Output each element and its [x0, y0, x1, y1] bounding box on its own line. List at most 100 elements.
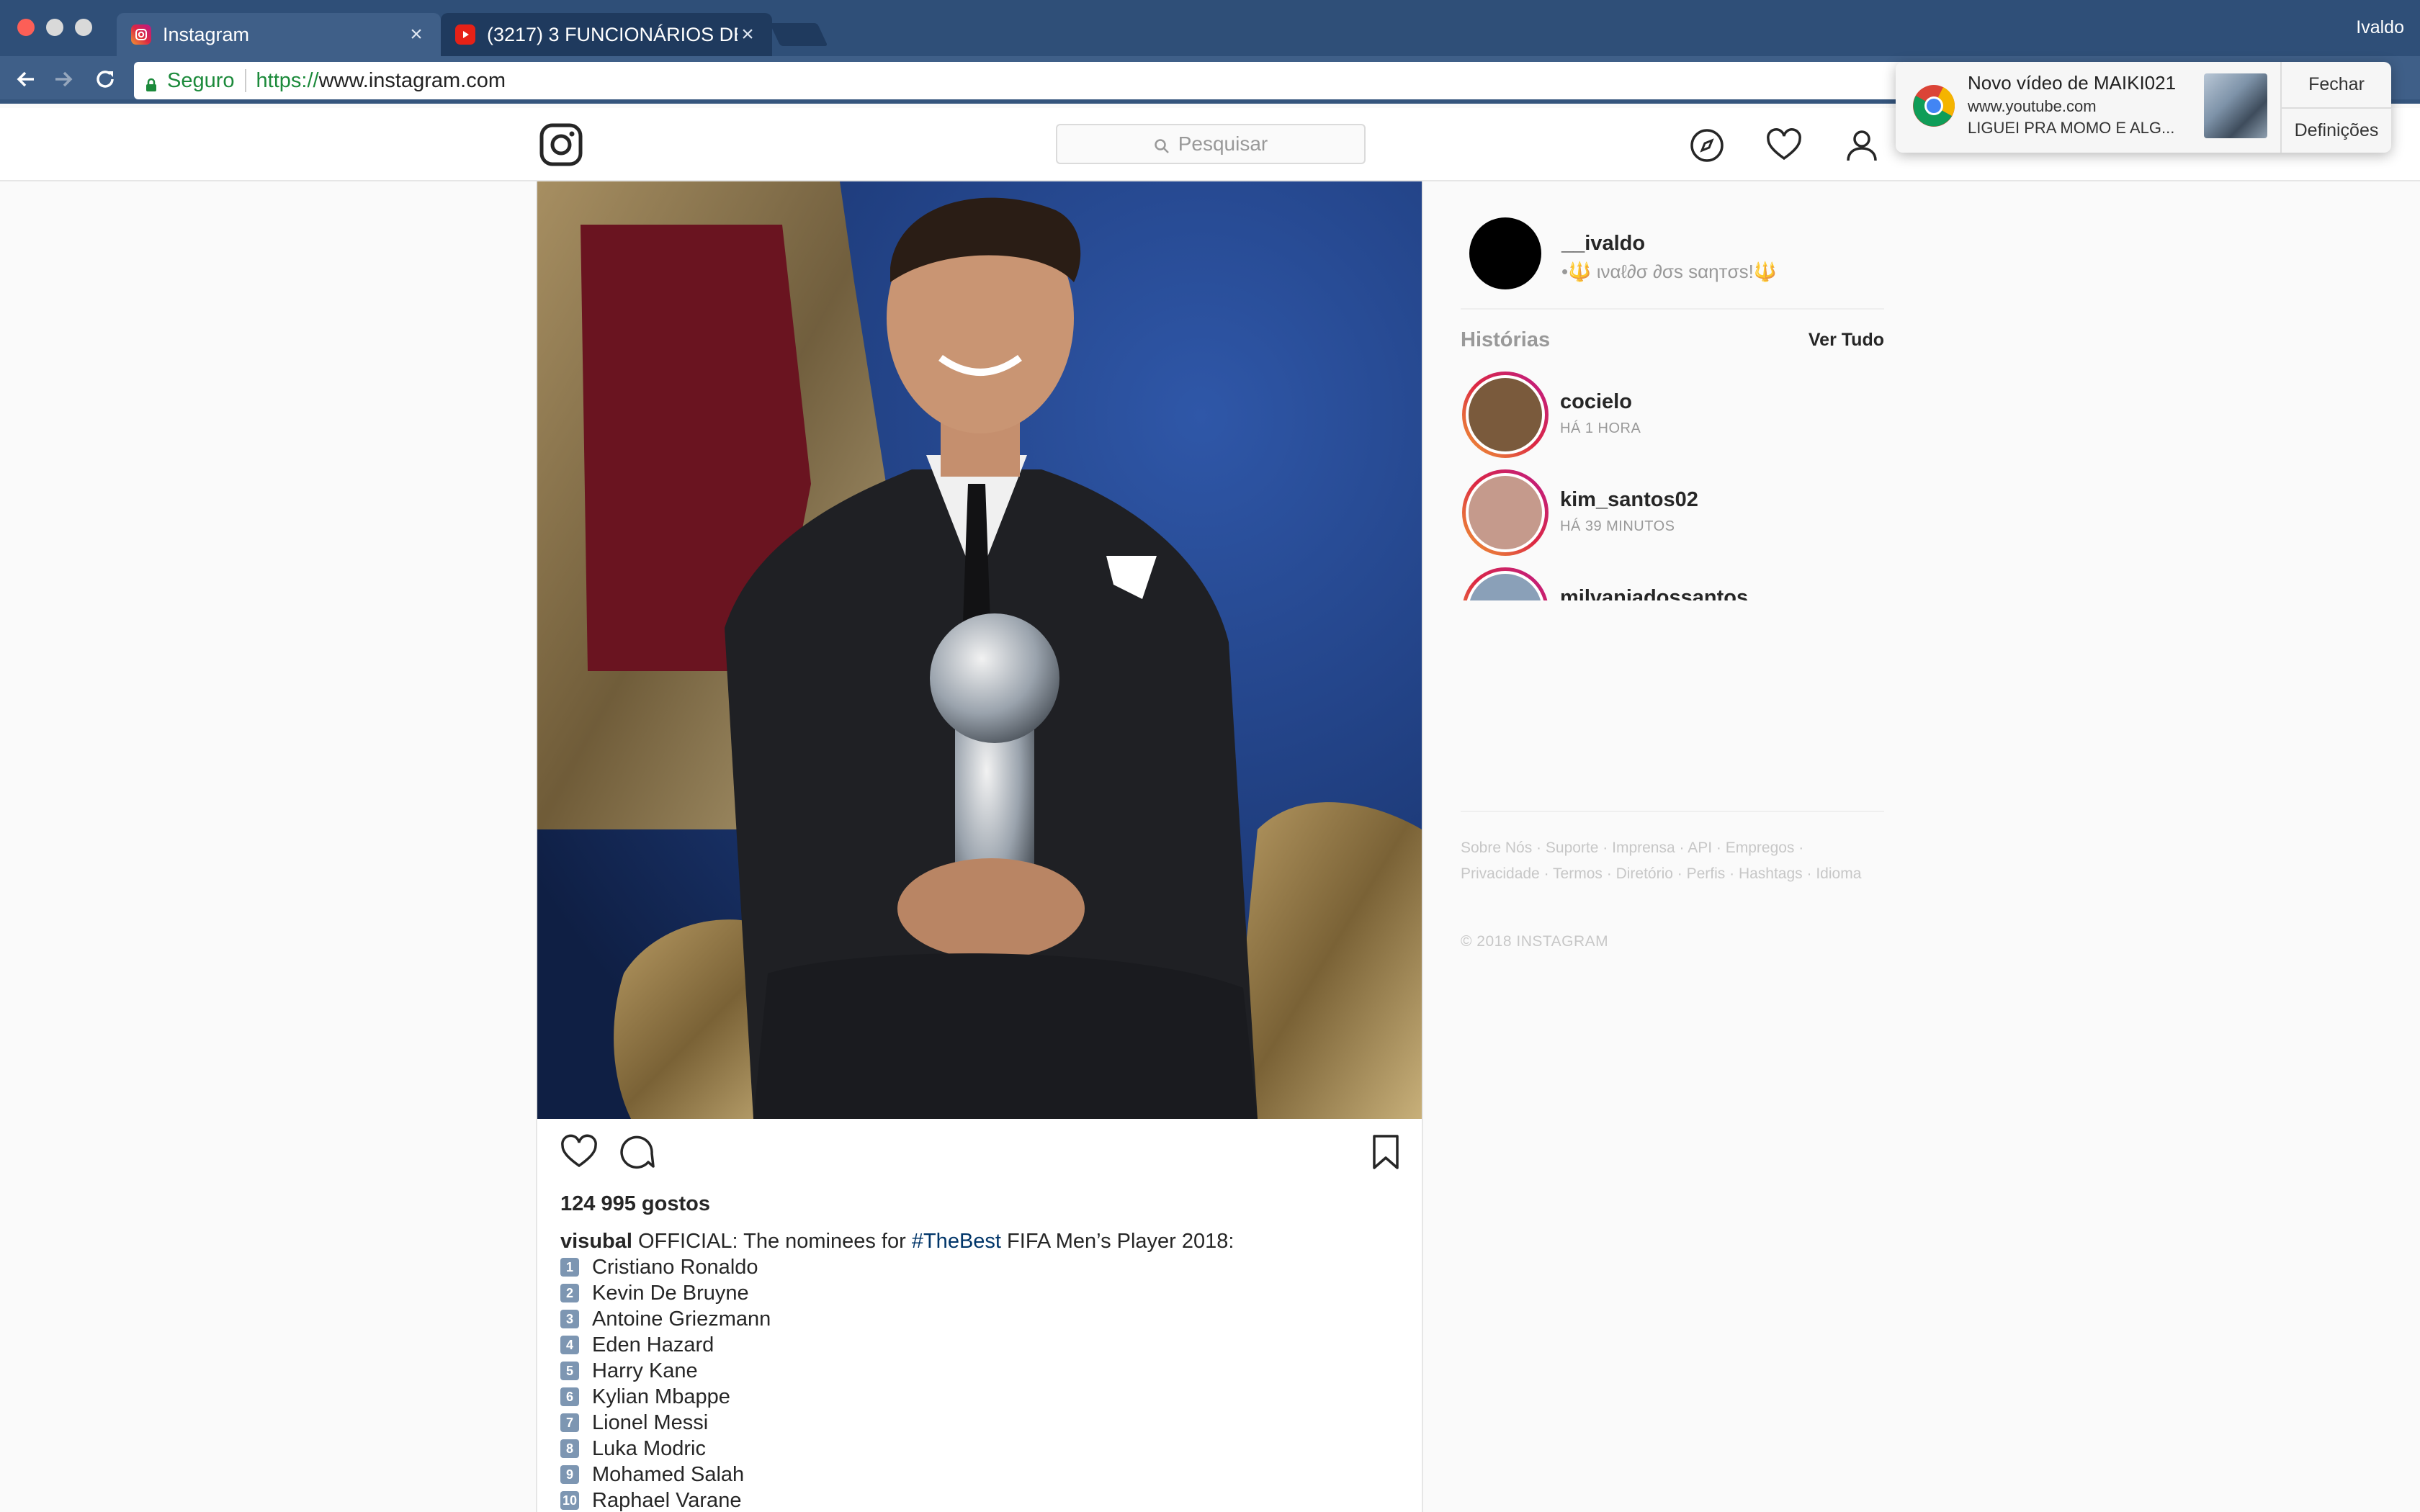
nominee-item: 1 Cristiano Ronaldo — [560, 1254, 1389, 1280]
footer-dot: · — [1672, 865, 1687, 882]
story-item[interactable]: milvaniadossantosHÁ 1 HORA — [1461, 567, 1884, 600]
number-keycap-icon: 7 — [560, 1413, 579, 1432]
notification-title: Novo vídeo de MAIKI021 — [1968, 72, 2177, 94]
footer-link[interactable]: Sobre Nós — [1461, 840, 1532, 856]
footer-link[interactable]: Hashtags — [1739, 865, 1803, 882]
footer-dot: · — [1712, 840, 1726, 856]
current-username[interactable]: __ivaldo — [1561, 232, 1645, 256]
url-scheme: https:// — [256, 68, 319, 92]
address-bar[interactable]: Seguro https:// www.instagram.com — [134, 62, 1906, 99]
story-item[interactable]: kim_santos02 HÁ 39 MINUTOS — [1461, 469, 1884, 567]
nominee-name: Harry Kane — [592, 1359, 698, 1382]
nominee-item: 2 Kevin De Bruyne — [560, 1280, 1389, 1306]
caption-username[interactable]: visubal — [560, 1230, 632, 1253]
divider — [1461, 811, 1884, 812]
activity-heart-icon[interactable] — [1765, 126, 1803, 165]
search-placeholder: Pesquisar — [1178, 132, 1268, 155]
window-minimize-button[interactable] — [46, 19, 63, 36]
divider — [1461, 308, 1884, 310]
story-username[interactable]: milvaniadossantos — [1560, 586, 1748, 600]
nominee-name: Cristiano Ronaldo — [592, 1256, 758, 1279]
tab-youtube[interactable]: (3217) 3 FUNCIONÁRIOS DEM × — [441, 13, 772, 56]
number-keycap-icon: 6 — [560, 1387, 579, 1406]
post-caption: visubal OFFICIAL: The nominees for #TheB… — [560, 1228, 1389, 1512]
stories-title: Histórias — [1461, 328, 1551, 351]
story-ring-inner — [1466, 473, 1545, 552]
window-zoom-button[interactable] — [75, 19, 92, 36]
instagram-favicon-icon — [131, 24, 151, 45]
footer-link[interactable]: Suporte — [1546, 840, 1599, 856]
comment-icon[interactable] — [617, 1132, 657, 1172]
nominee-name: Mohamed Salah — [592, 1463, 745, 1486]
explore-icon[interactable] — [1688, 126, 1726, 165]
see-all-button[interactable]: Ver Tudo — [1809, 330, 1884, 351]
story-username[interactable]: kim_santos02 — [1560, 488, 1698, 512]
tab-title: Instagram — [163, 23, 250, 45]
number-keycap-icon: 4 — [560, 1336, 579, 1354]
browser-profile-name[interactable]: Ivaldo — [2356, 17, 2404, 38]
footer-link[interactable]: Perfis — [1687, 865, 1726, 882]
footer-dot: · — [1794, 840, 1804, 856]
window-close-button[interactable] — [17, 19, 35, 36]
chrome-notification[interactable]: Novo vídeo de MAIKI021 www.youtube.com L… — [1896, 62, 2391, 153]
notification-close-button[interactable]: Fechar — [2282, 62, 2391, 107]
nominee-item: 5 Harry Kane — [560, 1358, 1389, 1384]
notification-settings-button[interactable]: Definições — [2282, 107, 2391, 153]
notification-actions: Fechar Definições — [2280, 62, 2391, 153]
story-item[interactable]: cocielo HÁ 1 HORA — [1461, 372, 1884, 469]
current-fullname: •🔱 ιναℓ∂σ ∂σѕ ѕαηтσѕ!🔱 — [1561, 261, 1778, 282]
number-keycap-icon: 3 — [560, 1310, 579, 1328]
avatar[interactable] — [1469, 217, 1541, 289]
like-heart-icon[interactable] — [559, 1132, 599, 1172]
nominee-item: 4 Eden Hazard — [560, 1332, 1389, 1358]
nominee-name: Raphael Varane — [592, 1489, 742, 1512]
footer-link[interactable]: Imprensa — [1612, 840, 1675, 856]
caption-hashtag[interactable]: #TheBest — [912, 1230, 1001, 1253]
stories-header: Histórias Ver Tudo — [1461, 328, 1884, 357]
footer-dot: · — [1598, 840, 1613, 856]
nominee-list: 1 Cristiano Ronaldo 2 Kevin De Bruyne 3 Antoi… — [560, 1254, 1389, 1512]
footer-dot: · — [1675, 840, 1688, 856]
back-arrow-icon[interactable] — [10, 63, 42, 95]
story-ring-inner — [1466, 375, 1545, 454]
nominee-item: 6 Kylian Mbappe — [560, 1384, 1389, 1410]
footer-dot: · — [1602, 865, 1616, 882]
caption-text: OFFICIAL: The nominees for — [638, 1230, 906, 1253]
footer-link[interactable]: Termos — [1553, 865, 1603, 882]
footer-dot: · — [1532, 840, 1546, 856]
footer-link[interactable]: Privacidade — [1461, 865, 1540, 882]
instagram-logo-icon[interactable] — [539, 122, 583, 167]
current-user: __ivaldo •🔱 ιναℓ∂σ ∂σѕ ѕαηтσѕ!🔱 — [1461, 217, 1884, 304]
story-ring[interactable] — [1462, 469, 1549, 556]
nominee-name: Eden Hazard — [592, 1333, 714, 1356]
nominee-item: 9 Mohamed Salah — [560, 1462, 1389, 1488]
story-ring[interactable] — [1462, 372, 1549, 458]
story-ring[interactable] — [1462, 567, 1549, 600]
footer-dot: · — [1802, 865, 1816, 882]
footer-link[interactable]: Diretório — [1616, 865, 1673, 882]
reload-icon[interactable] — [89, 63, 121, 95]
tab-close-icon[interactable]: × — [738, 22, 758, 47]
caption-first-line: visubal OFFICIAL: The nominees for #TheB… — [560, 1228, 1389, 1254]
copyright: © 2018 INSTAGRAM — [1461, 933, 1609, 950]
post-actions — [559, 1132, 1402, 1182]
nominee-item: 7 Lionel Messi — [560, 1410, 1389, 1436]
bookmark-icon[interactable] — [1366, 1132, 1406, 1172]
footer-link[interactable]: Idioma — [1816, 865, 1861, 882]
nominee-name: Luka Modric — [592, 1437, 706, 1460]
footer-dot: · — [1725, 865, 1739, 882]
search-input[interactable]: Pesquisar — [1056, 124, 1366, 164]
profile-icon[interactable] — [1842, 126, 1881, 165]
post-photo[interactable] — [537, 181, 1422, 1119]
footer-link[interactable]: Empregos — [1726, 840, 1795, 856]
tab-instagram[interactable]: Instagram × — [117, 13, 441, 56]
story-username[interactable]: cocielo — [1560, 390, 1632, 414]
footer-link[interactable]: API — [1688, 840, 1712, 856]
address-divider — [244, 69, 246, 92]
youtube-favicon-icon — [455, 24, 475, 45]
likes-count[interactable]: 124 995 gostos — [560, 1192, 710, 1216]
forward-arrow-icon[interactable] — [48, 63, 79, 95]
tab-close-icon[interactable]: × — [406, 22, 426, 47]
notification-thumbnail — [2204, 73, 2267, 138]
new-tab-button[interactable] — [769, 23, 828, 46]
